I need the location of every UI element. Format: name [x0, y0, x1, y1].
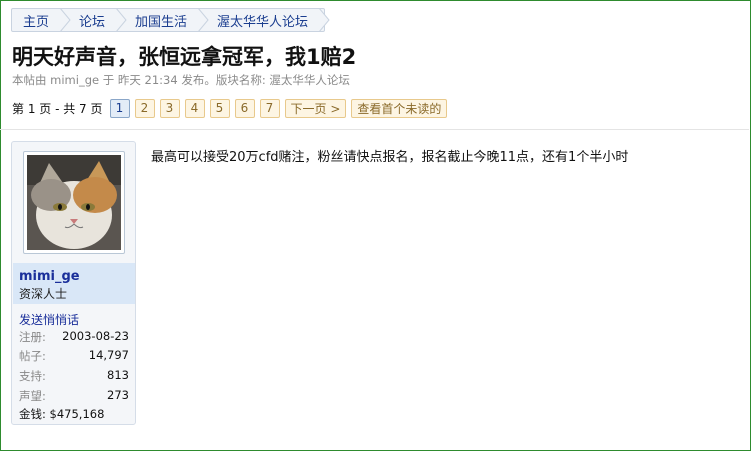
stat-key: 注册:	[19, 330, 46, 344]
stat-value: 14,797	[88, 348, 129, 362]
page-button-2[interactable]: 2	[134, 98, 155, 118]
stat-value: 2003-08-23	[62, 329, 129, 343]
stat-key: 帖子:	[19, 349, 46, 363]
next-page-button[interactable]: 下一页 >	[284, 98, 347, 118]
page-button-5[interactable]: 5	[209, 98, 230, 118]
breadcrumb-label: 渥太华华人论坛	[217, 14, 309, 30]
breadcrumb-forum[interactable]: 论坛	[65, 8, 127, 32]
breadcrumb-home[interactable]: 主页	[12, 8, 71, 32]
pagination: 第 1 页 - 共 7 页 1 2 3 4 5 6 7 下一页 > 查看首个未读…	[12, 98, 448, 118]
send-pm-link[interactable]: 发送悄悄话	[19, 311, 79, 328]
stat-value: 273	[107, 388, 129, 402]
cat-avatar-icon	[27, 155, 121, 250]
stat-value: 813	[107, 368, 129, 382]
page-title: 明天好声音，张恒远拿冠军，我1赔2	[12, 45, 357, 69]
page-button-3[interactable]: 3	[159, 98, 180, 118]
stat-key: 支持:	[19, 369, 46, 383]
page-button-7[interactable]: 7	[259, 98, 280, 118]
page-button-6[interactable]: 6	[234, 98, 255, 118]
stat-reputation: 声望: 273	[19, 388, 129, 404]
chevron-right-icon	[197, 8, 209, 32]
thread-meta: 本帖由 mimi_ge 于 昨天 21:34 发布。版块名称: 渥太华华人论坛	[12, 73, 350, 87]
page-button-4[interactable]: 4	[184, 98, 205, 118]
post-message: 最高可以接受20万cfd赌注，粉丝请快点报名，报名截止今晚11点，还有1个半小时	[151, 150, 629, 165]
chevron-right-icon	[59, 8, 71, 32]
stat-joined: 注册: 2003-08-23	[19, 329, 129, 345]
stat-likes: 支持: 813	[19, 368, 129, 384]
chevron-right-icon	[318, 8, 330, 32]
page-button-1[interactable]: 1	[109, 98, 130, 118]
stat-money: 金钱: $475,168	[19, 407, 105, 421]
avatar[interactable]	[23, 151, 125, 254]
user-header: mimi_ge 资深人士	[13, 263, 135, 304]
breadcrumb-canada-life[interactable]: 加国生活	[121, 8, 209, 32]
chevron-right-icon	[115, 8, 127, 32]
user-title: 资深人士	[19, 287, 68, 301]
username-link[interactable]: mimi_ge	[19, 269, 80, 284]
stat-posts: 帖子: 14,797	[19, 348, 129, 364]
breadcrumb-label: 主页	[23, 14, 50, 30]
first-unread-button[interactable]: 查看首个未读的	[351, 98, 448, 118]
breadcrumb-ottawa-forum[interactable]: 渥太华华人论坛	[203, 8, 330, 32]
breadcrumb-label: 论坛	[79, 14, 106, 30]
divider	[0, 129, 749, 130]
user-card: mimi_ge 资深人士 发送悄悄话 注册: 2003-08-23 帖子: 14…	[11, 141, 136, 425]
breadcrumb-label: 加国生活	[135, 14, 188, 30]
stat-key: 声望:	[19, 389, 46, 403]
page-info: 第 1 页 - 共 7 页	[12, 101, 103, 116]
breadcrumb: 主页 论坛 加国生活 渥太华华人论坛	[11, 8, 330, 32]
